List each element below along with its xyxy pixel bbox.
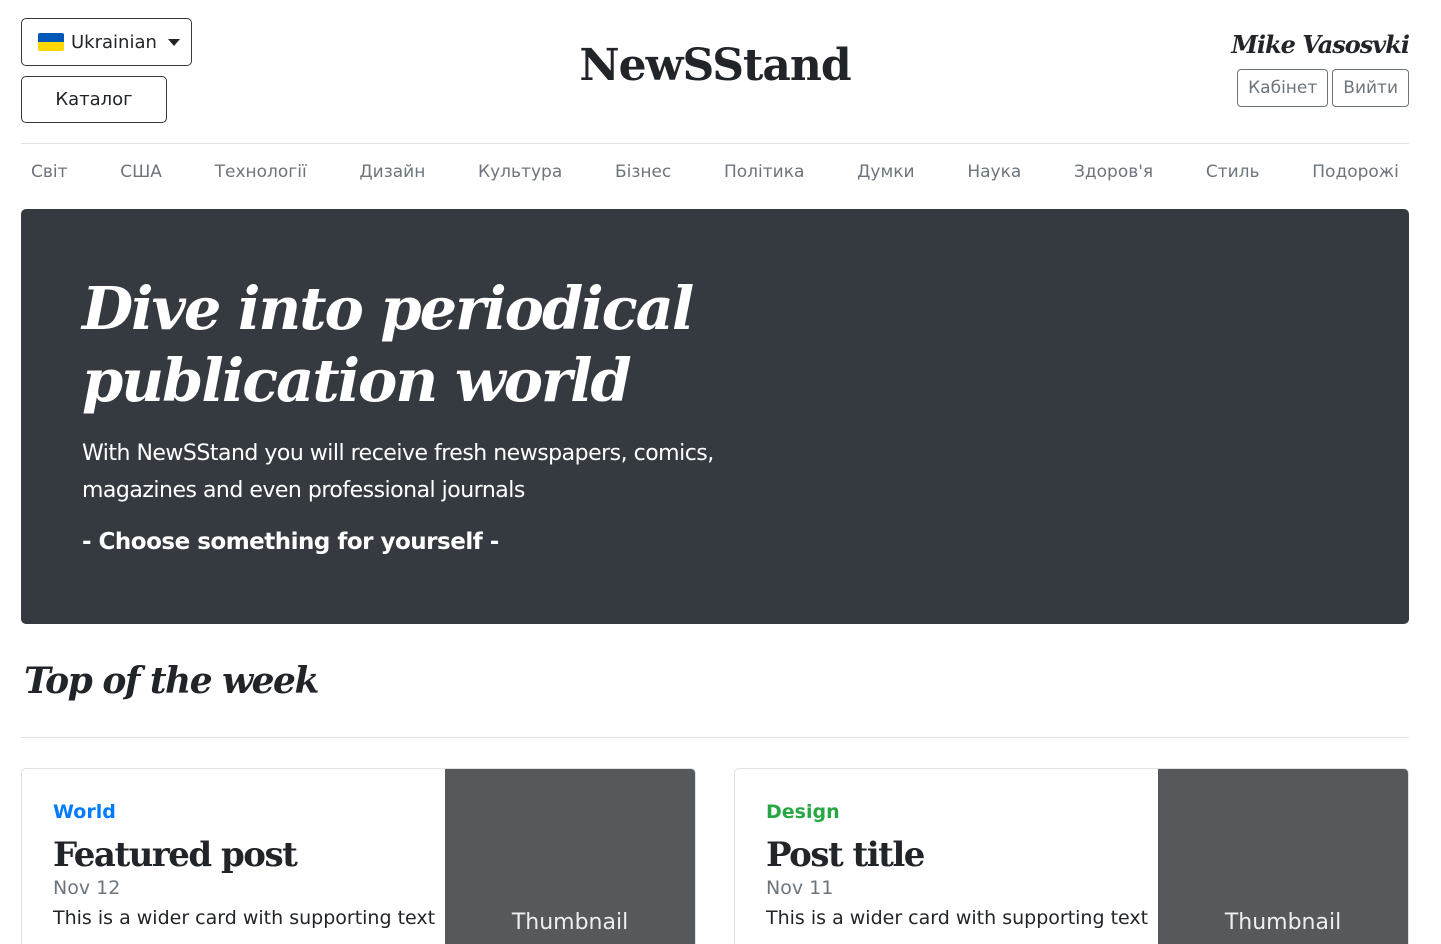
hero-title-line: Dive into periodical	[82, 274, 694, 343]
nav-item-world[interactable]: Світ	[31, 162, 68, 182]
hero-cta: - Choose something for yourself -	[82, 529, 499, 555]
nav-item-design[interactable]: Дизайн	[359, 162, 425, 182]
hero-title: Dive into periodical publication world	[82, 273, 782, 417]
card-thumbnail: Thumbnail	[445, 769, 695, 944]
hero-lead-line: With NewSStand you will receive fresh ne…	[82, 441, 714, 466]
card-text: This is a wider card with supporting tex…	[766, 907, 1149, 929]
hero-lead: With NewSStand you will receive fresh ne…	[82, 435, 762, 509]
nav-item-style[interactable]: Стиль	[1206, 162, 1260, 182]
hero-banner: Dive into periodical publication world W…	[21, 209, 1409, 624]
category-nav: Світ США Технології Дизайн Культура Бізн…	[21, 144, 1409, 200]
card-category: Design	[766, 801, 840, 823]
catalog-button[interactable]: Каталог	[21, 76, 167, 123]
card-body: Design Post title Nov 11 This is a wider…	[766, 801, 1149, 929]
header: Ukrainian Каталог NewSStand Mike Vasosvk…	[21, 0, 1410, 144]
card-title: Post title	[766, 835, 925, 875]
cabinet-button[interactable]: Кабінет	[1237, 69, 1329, 107]
post-card[interactable]: Design Post title Nov 11 This is a wider…	[734, 768, 1409, 944]
card-category: World	[53, 801, 116, 823]
logout-button[interactable]: Вийти	[1332, 69, 1409, 107]
nav-item-opinions[interactable]: Думки	[857, 162, 914, 182]
card-body: World Featured post Nov 12 This is a wid…	[53, 801, 436, 929]
user-name: Mike Vasosvki	[1231, 30, 1410, 59]
thumbnail-label: Thumbnail	[1224, 910, 1342, 935]
nav-item-travel[interactable]: Подорожі	[1312, 162, 1399, 182]
featured-card[interactable]: World Featured post Nov 12 This is a wid…	[21, 768, 696, 944]
user-actions: Кабінет Вийти	[1237, 69, 1409, 107]
ukraine-flag-icon	[38, 33, 64, 51]
language-label: Ukrainian	[71, 31, 157, 53]
page: Ukrainian Каталог NewSStand Mike Vasosvk…	[0, 0, 1441, 944]
card-date: Nov 12	[53, 877, 121, 899]
section-title: Top of the week	[24, 660, 319, 702]
card-date: Nov 11	[766, 877, 834, 899]
hero-title-line: publication world	[82, 346, 632, 415]
card-title: Featured post	[53, 835, 298, 875]
nav-item-politics[interactable]: Політика	[724, 162, 804, 182]
card-thumbnail: Thumbnail	[1158, 769, 1408, 944]
thumbnail-label: Thumbnail	[511, 910, 629, 935]
card-text: This is a wider card with supporting tex…	[53, 907, 436, 929]
nav-item-health[interactable]: Здоров'я	[1074, 162, 1153, 182]
language-dropdown[interactable]: Ukrainian	[21, 18, 192, 66]
nav-item-science[interactable]: Наука	[967, 162, 1021, 182]
brand-title: NewSStand	[21, 40, 1409, 91]
hero-lead-line: magazines and even professional journals	[82, 478, 525, 503]
nav-item-business[interactable]: Бізнес	[615, 162, 671, 182]
caret-down-icon	[167, 38, 180, 46]
nav-item-technology[interactable]: Технології	[215, 162, 307, 182]
brand-link[interactable]: NewSStand	[579, 40, 851, 91]
divider	[21, 737, 1409, 738]
nav-item-usa[interactable]: США	[120, 162, 162, 182]
nav-item-culture[interactable]: Культура	[478, 162, 562, 182]
